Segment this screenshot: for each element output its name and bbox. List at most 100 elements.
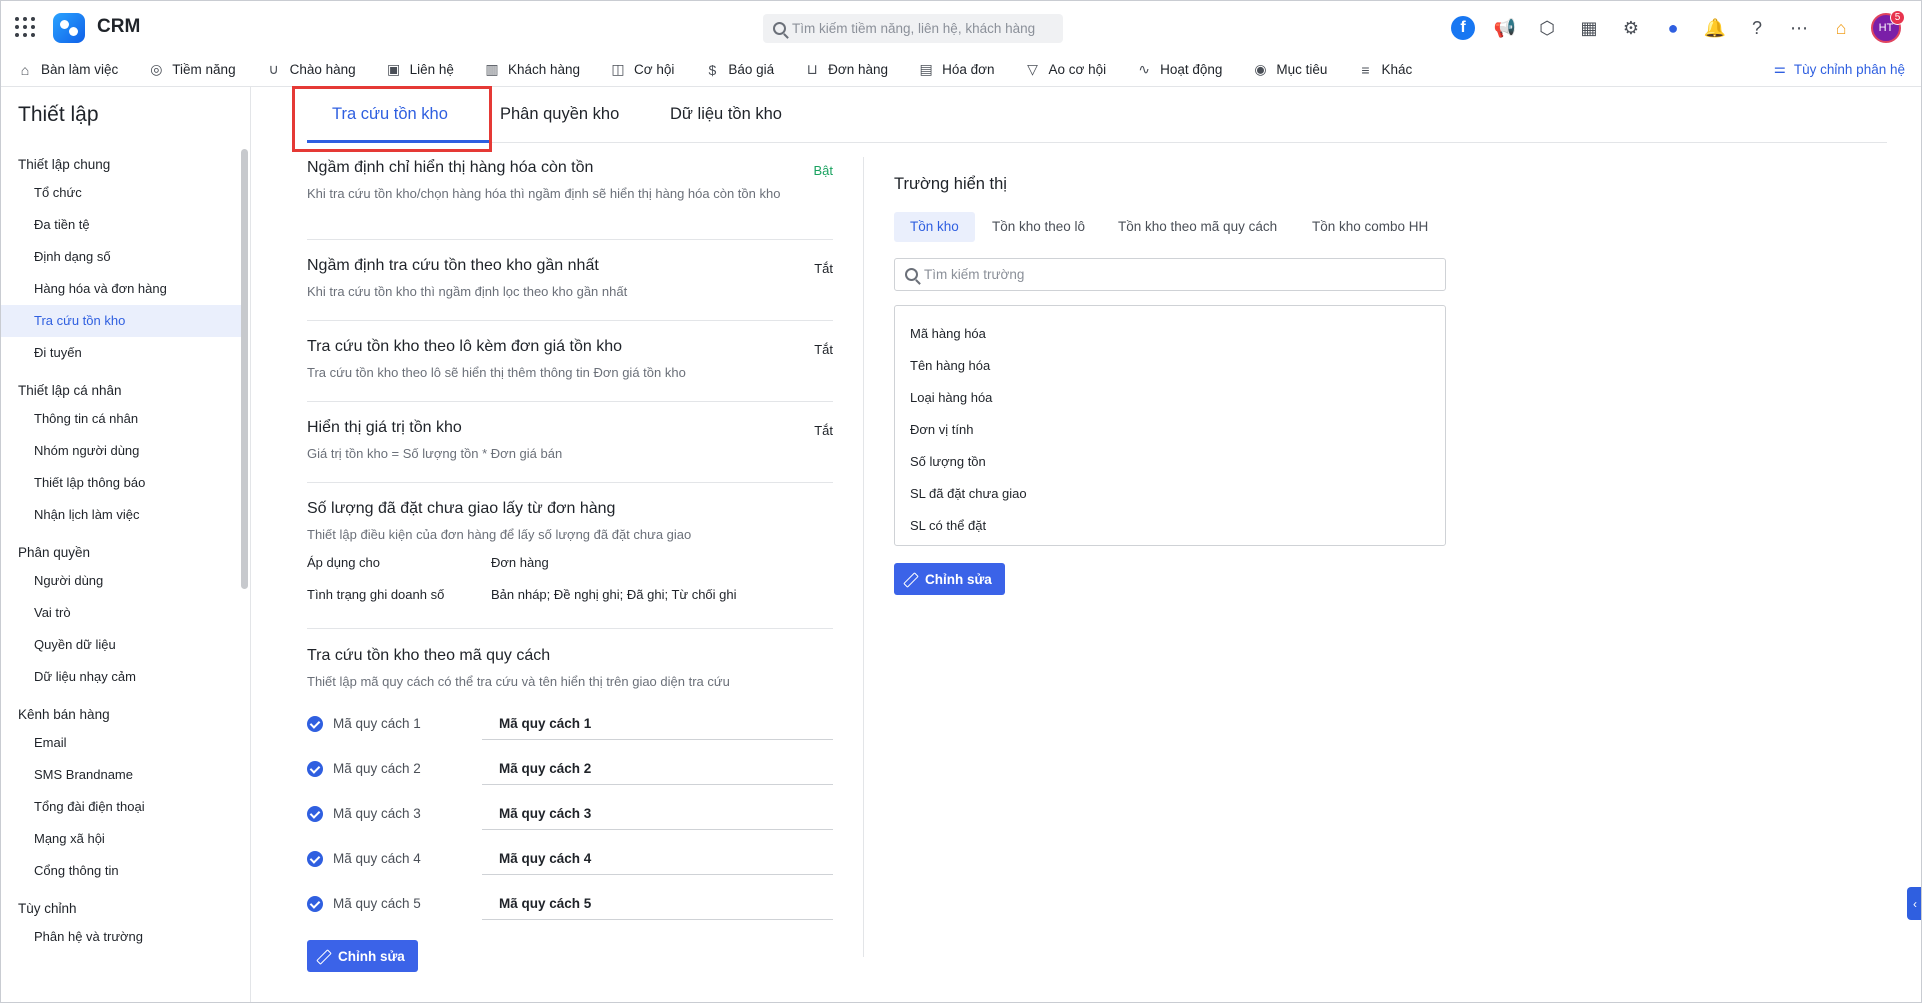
setting-desc: Giá trị tồn kho = Số lượng tồn * Đơn giá… bbox=[307, 446, 563, 461]
gear-icon[interactable]: ⚙ bbox=[1619, 16, 1643, 40]
nav-item-don-hang[interactable]: ⊔ Đơn hàng bbox=[804, 61, 889, 78]
spec-name-input[interactable] bbox=[482, 707, 833, 740]
sliders-icon: ⚌ bbox=[1773, 61, 1786, 76]
check-icon[interactable] bbox=[307, 716, 323, 732]
customize-modules-link[interactable]: ⚌ Tùy chỉnh phân hệ bbox=[1774, 61, 1905, 77]
sidebar-item-to-chuc[interactable]: Tổ chức bbox=[1, 177, 241, 209]
activity-icon: ∿ bbox=[1138, 61, 1150, 77]
edit-label: Chỉnh sửa bbox=[925, 571, 992, 587]
spec-edit-button[interactable]: Chỉnh sửa bbox=[307, 940, 418, 972]
sidebar-item-nhom-nguoi-dung[interactable]: Nhóm người dùng bbox=[1, 435, 241, 467]
more-icon[interactable]: ⋯ bbox=[1787, 16, 1811, 40]
setting-toggle[interactable]: Tắt bbox=[814, 342, 833, 357]
bell-icon[interactable]: 🔔 bbox=[1703, 16, 1727, 40]
nav-item-tiem-nang[interactable]: ◎ Tiềm năng bbox=[148, 61, 236, 78]
sidebar-scrollbar[interactable] bbox=[241, 149, 248, 589]
sidebar-item-hang-hoa-va-don-hang[interactable]: Hàng hóa và đơn hàng bbox=[1, 273, 241, 305]
user-avatar[interactable]: HT 5 bbox=[1871, 10, 1905, 43]
sidebar-item-tra-cuu-ton-kho[interactable]: Tra cứu tồn kho bbox=[1, 305, 241, 337]
setting-toggle[interactable]: Tắt bbox=[814, 261, 833, 276]
app-grid-icon[interactable] bbox=[15, 17, 35, 37]
tab-du-lieu-ton-kho[interactable]: Dữ liệu tồn kho bbox=[670, 105, 782, 124]
nav-item-label: Tiềm năng bbox=[172, 62, 236, 77]
sidebar-item-vai-tro[interactable]: Vai trò bbox=[1, 597, 241, 629]
sidebar-item-dinh-dang-so[interactable]: Định dạng số bbox=[1, 241, 241, 273]
display-fields-subtabs: Tồn kho Tồn kho theo lô Tồn kho theo mã … bbox=[894, 212, 1446, 242]
contact-icon: ▣ bbox=[387, 61, 401, 77]
main-content: Tra cứu tồn kho Phân quyền kho Dữ liệu t… bbox=[252, 86, 1921, 1002]
global-search-input[interactable] bbox=[792, 21, 1052, 36]
check-icon[interactable] bbox=[307, 851, 323, 867]
box-icon[interactable]: ⬡ bbox=[1535, 16, 1559, 40]
sidebar-item-email[interactable]: Email bbox=[1, 727, 241, 759]
calendar-icon[interactable]: ▦ bbox=[1577, 16, 1601, 40]
check-icon[interactable] bbox=[307, 896, 323, 912]
subtab-ton-kho-theo-lo[interactable]: Tồn kho theo lô bbox=[992, 212, 1085, 242]
sidebar-item-thong-tin-ca-nhan[interactable]: Thông tin cá nhân bbox=[1, 403, 241, 435]
sidebar-item-tong-dai-dien-thoai[interactable]: Tổng đài điện thoại bbox=[1, 791, 241, 823]
spec-name-input[interactable] bbox=[482, 887, 833, 920]
setting-spec-lookup: Tra cứu tồn kho theo mã quy cách Thiết l… bbox=[307, 629, 833, 972]
check-icon[interactable] bbox=[307, 806, 323, 822]
subtab-ton-kho[interactable]: Tồn kho bbox=[894, 212, 975, 242]
megaphone-icon[interactable]: 📢 bbox=[1493, 16, 1517, 40]
kv-value: Bản nháp; Đề nghị ghi; Đã ghi; Từ chối g… bbox=[491, 586, 737, 602]
list-item: Số lượng tồn bbox=[910, 454, 986, 469]
global-search[interactable] bbox=[763, 14, 1063, 43]
nav-item-muc-tieu[interactable]: ◉ Mục tiêu bbox=[1252, 61, 1328, 78]
spec-row: Mã quy cách 4 bbox=[307, 834, 833, 879]
nav-item-label: Mục tiêu bbox=[1276, 62, 1328, 77]
kv-key: Tình trạng ghi doanh số bbox=[307, 586, 445, 602]
nav-item-khach-hang[interactable]: ▥ Khách hàng bbox=[484, 61, 580, 78]
sidebar-item-quyen-du-lieu[interactable]: Quyền dữ liệu bbox=[1, 629, 241, 661]
sidebar-item-nguoi-dung[interactable]: Người dùng bbox=[1, 565, 241, 597]
fields-edit-button[interactable]: Chỉnh sửa bbox=[894, 563, 1005, 595]
help-icon[interactable]: ? bbox=[1745, 16, 1769, 40]
nav-item-co-hoi[interactable]: ◫ Cơ hội bbox=[610, 61, 674, 78]
subtab-ton-kho-theo-ma-quy-cach[interactable]: Tồn kho theo mã quy cách bbox=[1118, 212, 1277, 242]
sidebar-item-cong-thong-tin[interactable]: Cổng thông tin bbox=[1, 855, 241, 887]
chevron-left-icon[interactable]: ‹ bbox=[1907, 887, 1921, 920]
list-item: Mã hàng hóa bbox=[910, 326, 986, 341]
nav-item-label: Hoạt động bbox=[1160, 62, 1223, 77]
spec-name-input[interactable] bbox=[482, 797, 833, 830]
chat-icon[interactable]: ● bbox=[1661, 16, 1685, 40]
sidebar-title: Thiết lập bbox=[18, 103, 99, 126]
nav-item-label: Báo giá bbox=[728, 62, 775, 77]
nav-item-chao-hang[interactable]: ∪ Chào hàng bbox=[266, 61, 355, 78]
spec-name-input[interactable] bbox=[482, 752, 833, 785]
facebook-icon[interactable]: f bbox=[1451, 16, 1475, 40]
setting-ordered-qty: Số lượng đã đặt chưa giao lấy từ đơn hàn… bbox=[307, 483, 833, 629]
setting-desc: Thiết lập điều kiện của đơn hàng để lấy … bbox=[307, 527, 692, 542]
location-icon[interactable]: ⌂ bbox=[1829, 16, 1853, 40]
nav-item-ao-co-hoi[interactable]: ▽ Ao cơ hội bbox=[1024, 61, 1106, 78]
field-search-input[interactable] bbox=[924, 267, 1424, 282]
subtab-ton-kho-combo[interactable]: Tồn kho combo HH bbox=[1312, 212, 1428, 242]
tab-phan-quyen-kho[interactable]: Phân quyền kho bbox=[500, 105, 619, 124]
nav-item-label: Bàn làm việc bbox=[41, 62, 119, 77]
setting-toggle[interactable]: Bật bbox=[813, 163, 833, 178]
nav-item-khac[interactable]: ≡ Khác bbox=[1357, 62, 1412, 78]
field-search[interactable] bbox=[894, 258, 1446, 291]
sidebar-item-phan-he-va-truong[interactable]: Phân hệ và trường bbox=[1, 921, 241, 953]
sidebar-item-sms-brandname[interactable]: SMS Brandname bbox=[1, 759, 241, 791]
sidebar-item-mang-xa-hoi[interactable]: Mạng xã hội bbox=[1, 823, 241, 855]
spec-name-input[interactable] bbox=[482, 842, 833, 875]
nav-item-ban-lam-viec[interactable]: ⌂ Bàn làm việc bbox=[17, 62, 119, 78]
sidebar-item-di-tuyen[interactable]: Đi tuyến bbox=[1, 337, 241, 369]
nav-item-hoa-don[interactable]: ▤ Hóa đơn bbox=[918, 61, 994, 78]
sidebar-item-du-lieu-nhay-cam[interactable]: Dữ liệu nhạy cảm bbox=[1, 661, 241, 693]
spec-label: Mã quy cách 3 bbox=[333, 806, 421, 821]
nav-item-label: Đơn hàng bbox=[828, 62, 889, 77]
nav-item-lien-he[interactable]: ▣ Liên hệ bbox=[386, 61, 454, 78]
sidebar-item-nhan-lich-lam-viec[interactable]: Nhận lịch làm việc bbox=[1, 499, 241, 531]
list-item: SL có thể đặt bbox=[910, 518, 987, 533]
tab-tra-cuu-ton-kho[interactable]: Tra cứu tồn kho bbox=[332, 105, 448, 124]
nav-item-hoat-dong[interactable]: ∿ Hoạt động bbox=[1136, 61, 1223, 78]
crm-logo-icon[interactable] bbox=[53, 13, 85, 43]
sidebar-item-thiet-lap-thong-bao[interactable]: Thiết lập thông báo bbox=[1, 467, 241, 499]
nav-item-bao-gia[interactable]: $ Báo giá bbox=[704, 62, 774, 78]
sidebar-item-da-tien-te[interactable]: Đa tiền tệ bbox=[1, 209, 241, 241]
setting-toggle[interactable]: Tắt bbox=[814, 423, 833, 438]
check-icon[interactable] bbox=[307, 761, 323, 777]
